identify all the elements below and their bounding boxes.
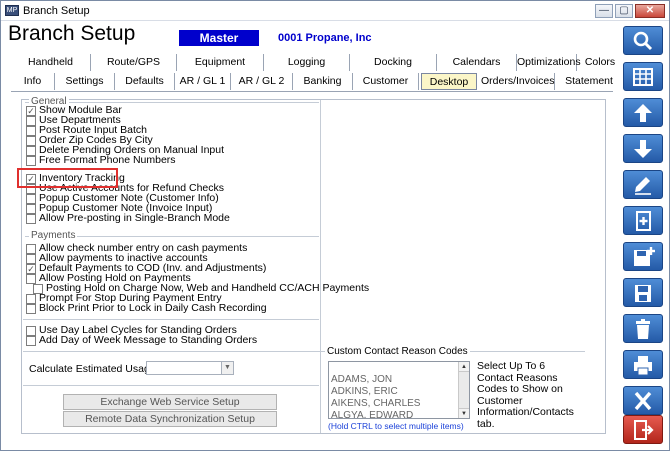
scroll-up-icon[interactable]: ▲ [459, 362, 469, 372]
tab-desktop[interactable]: Desktop [421, 73, 477, 90]
section-divider [23, 319, 319, 320]
highlight-annotation [17, 168, 118, 188]
print-button[interactable] [623, 350, 663, 379]
close-button[interactable]: ✕ [635, 4, 665, 18]
section-divider [23, 385, 319, 386]
tab-calendars[interactable]: Calendars [437, 54, 517, 71]
tab-info[interactable]: Info [11, 73, 55, 90]
checkbox-box[interactable] [26, 193, 36, 204]
tab-statement[interactable]: Statement [555, 73, 623, 90]
listbox-scrollbar[interactable]: ▲ ▼ [458, 362, 469, 418]
checkbox-box[interactable] [26, 303, 36, 314]
tab-ar-gl-2[interactable]: AR / GL 2 [231, 73, 293, 90]
list-item[interactable]: ADKINS, ERIC [329, 386, 469, 398]
tab-banking[interactable]: Banking [293, 73, 353, 90]
checkbox-box[interactable] [26, 325, 36, 336]
tab-colors[interactable]: Colors [577, 54, 623, 71]
save-new-icon [634, 247, 655, 266]
title-bar: MP Branch Setup — ▢ ✕ [1, 1, 669, 21]
search-icon [633, 31, 653, 51]
contact-reason-listbox[interactable]: ADAMS, JON ADKINS, ERIC AIKENS, CHARLES … [328, 361, 470, 419]
checkbox-box[interactable] [26, 135, 36, 146]
chevron-down-icon[interactable]: ▼ [221, 362, 233, 374]
checkbox-block-print[interactable]: Block Print Prior to Lock in Daily Cash … [26, 303, 267, 314]
exchange-web-service-button[interactable]: Exchange Web Service Setup [63, 394, 277, 410]
checkbox-box[interactable]: ✓ [26, 105, 36, 116]
checkbox-box[interactable] [26, 213, 36, 224]
panel-divider [320, 100, 321, 433]
checkbox-box[interactable] [26, 243, 36, 254]
maximize-button[interactable]: ▢ [615, 4, 633, 18]
checkbox-box[interactable] [26, 125, 36, 136]
save-icon [635, 285, 651, 302]
branch-badge: Master Branch [179, 30, 259, 61]
checkbox-box[interactable] [26, 115, 36, 126]
checkbox-box[interactable] [26, 155, 36, 166]
move-down-button[interactable] [623, 134, 663, 163]
print-icon [634, 356, 652, 376]
section-divider [23, 351, 319, 352]
app-icon: MP [5, 5, 19, 16]
tab-route-gps[interactable]: Route/GPS [91, 54, 177, 71]
payments-group-label: Payments [29, 230, 78, 241]
grid-button[interactable] [623, 62, 663, 91]
save-button[interactable] [623, 278, 663, 307]
save-new-button[interactable] [623, 242, 663, 271]
arrow-down-icon [634, 140, 652, 158]
remote-sync-button[interactable]: Remote Data Synchronization Setup [63, 411, 277, 427]
right-toolbar [623, 26, 665, 446]
new-button[interactable] [623, 206, 663, 235]
checkbox-box[interactable] [26, 293, 36, 304]
grid-icon [633, 68, 653, 86]
checkbox-box[interactable] [26, 335, 36, 346]
tab-settings[interactable]: Settings [55, 73, 115, 90]
contact-info-text: Select Up To 6 Contact Reasons Codes to … [477, 360, 574, 430]
search-button[interactable] [623, 26, 663, 55]
delete-button[interactable] [623, 314, 663, 343]
tab-customer[interactable]: Customer [353, 73, 419, 90]
edit-button[interactable] [623, 170, 663, 199]
window-title: Branch Setup [23, 5, 90, 17]
company-name: 0001 Propane, Inc [278, 32, 372, 44]
contact-group-label: Custom Contact Reason Codes [325, 346, 470, 357]
checkbox-box[interactable]: ✓ [26, 263, 36, 274]
trash-icon [636, 319, 650, 339]
tab-divider [11, 91, 613, 92]
checkbox-box[interactable] [26, 273, 36, 284]
checkbox-box[interactable] [26, 253, 36, 264]
pencil-icon [635, 177, 651, 195]
tab-handheld[interactable]: Handheld [11, 54, 91, 71]
checkbox-free-format-phone[interactable]: Free Format Phone Numbers [26, 155, 176, 166]
list-item[interactable]: ADAMS, JON [329, 374, 469, 386]
general-group-line [25, 102, 319, 103]
exit-door-icon [634, 420, 654, 440]
tab-equipment[interactable]: Equipment [177, 54, 264, 71]
new-document-icon [636, 211, 651, 231]
checkbox-day-of-week-message[interactable]: Add Day of Week Message to Standing Orde… [26, 335, 257, 346]
tab-optimizations[interactable]: Optimizations [517, 54, 581, 71]
tab-orders-invoices[interactable]: Orders/Invoices [481, 73, 555, 90]
close-x-icon [634, 391, 652, 411]
list-item[interactable]: AIKENS, CHARLES [329, 398, 469, 410]
arrow-up-icon [634, 104, 652, 122]
checkbox-allow-pre-posting[interactable]: Allow Pre-posting in Single-Branch Mode [26, 213, 230, 224]
page-title: Branch Setup [8, 22, 136, 45]
usage-select[interactable]: ▼ [146, 361, 234, 375]
exit-button[interactable] [623, 415, 663, 444]
cancel-button[interactable] [623, 386, 663, 415]
minimize-button[interactable]: — [595, 4, 613, 18]
checkbox-box[interactable] [26, 145, 36, 156]
scroll-down-icon[interactable]: ▼ [459, 408, 469, 418]
branch-setup-window: MP Branch Setup — ▢ ✕ Branch Setup Maste… [0, 0, 670, 451]
tab-defaults[interactable]: Defaults [115, 73, 175, 90]
checkbox-box[interactable] [26, 203, 36, 214]
tab-docking[interactable]: Docking [350, 54, 437, 71]
tab-logging[interactable]: Logging [264, 54, 350, 71]
tab-ar-gl-1[interactable]: AR / GL 1 [175, 73, 231, 90]
list-item[interactable]: ALGYA, EDWARD [329, 410, 469, 418]
move-up-button[interactable] [623, 98, 663, 127]
multi-select-hint: (Hold CTRL to select multiple items) [328, 421, 464, 431]
